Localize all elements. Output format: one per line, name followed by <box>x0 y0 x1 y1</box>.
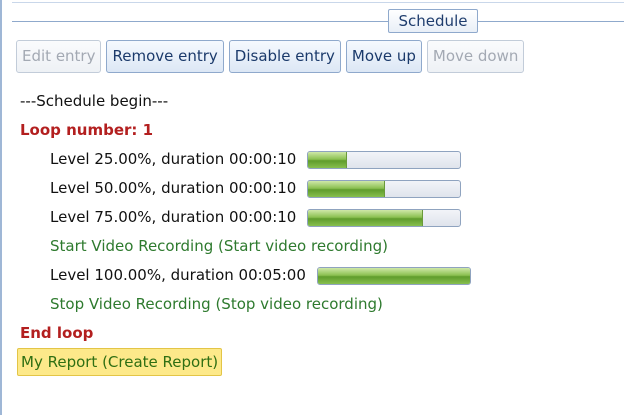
move-down-button[interactable]: Move down <box>426 40 525 73</box>
report-item[interactable]: My Report (Create Report) <box>17 348 620 378</box>
move-up-button[interactable]: Move up <box>345 40 422 73</box>
remove-entry-button[interactable]: Remove entry <box>106 40 224 73</box>
schedule-group-caption: Schedule <box>388 9 478 33</box>
level-entry-item[interactable]: Level 25.00%, duration 00:00:10 <box>20 145 620 174</box>
disable-entry-button[interactable]: Disable entry <box>228 40 341 73</box>
schedule-begin-item[interactable]: ---Schedule begin--- <box>20 87 620 116</box>
level-progress-fill <box>308 180 386 197</box>
level-entry-label: Level 25.00%, duration 00:00:10 <box>50 150 297 168</box>
level-progress-bar <box>316 266 471 285</box>
level-progress-fill <box>317 267 470 284</box>
level-entry-label: Level 50.00%, duration 00:00:10 <box>50 179 297 197</box>
start-video-recording-item[interactable]: Start Video Recording (Start video recor… <box>20 232 620 261</box>
schedule-toolbar: Edit entry Remove entry Disable entry Mo… <box>16 40 525 74</box>
level-entry-label: Level 100.00%, duration 00:05:00 <box>50 266 306 284</box>
level-entry-label: Level 75.00%, duration 00:00:10 <box>50 208 297 226</box>
schedule-panel: Schedule Edit entry Remove entry Disable… <box>0 0 624 415</box>
divider <box>12 21 624 22</box>
divider <box>12 2 624 3</box>
loop-start-item[interactable]: Loop number: 1 <box>20 116 620 145</box>
level-progress-bar <box>307 179 462 198</box>
level-entry-item[interactable]: Level 75.00%, duration 00:00:10 <box>20 203 620 232</box>
level-entry-item[interactable]: Level 50.00%, duration 00:00:10 <box>20 174 620 203</box>
level-progress-fill <box>308 209 424 226</box>
edit-entry-button[interactable]: Edit entry <box>16 40 102 73</box>
level-progress-bar <box>307 208 462 227</box>
stop-video-recording-item[interactable]: Stop Video Recording (Stop video recordi… <box>20 290 620 319</box>
schedule-group-header: Schedule <box>2 0 624 34</box>
level-entry-item[interactable]: Level 100.00%, duration 00:05:00 <box>20 261 620 290</box>
level-progress-fill <box>308 151 348 168</box>
schedule-list[interactable]: ---Schedule begin--- Loop number: 1 Leve… <box>17 87 620 378</box>
loop-end-item[interactable]: End loop <box>20 319 620 348</box>
level-progress-bar <box>307 150 462 169</box>
report-item-label: My Report (Create Report) <box>17 348 223 376</box>
